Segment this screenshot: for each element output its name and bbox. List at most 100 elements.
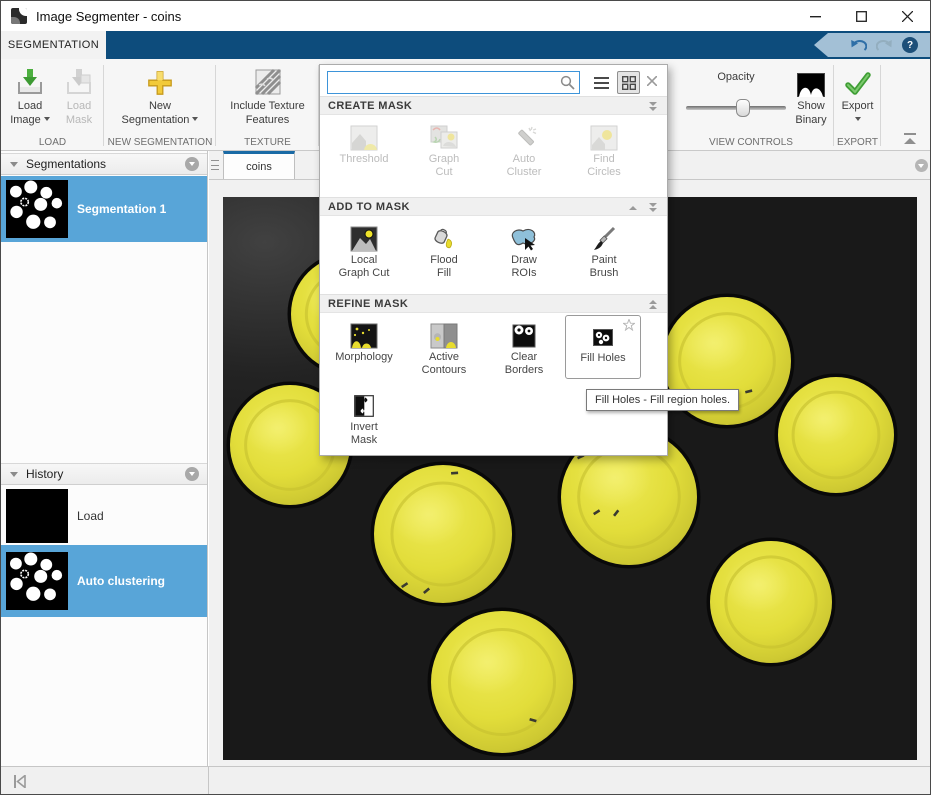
threshold-icon xyxy=(325,117,403,153)
segmentation-item-label: Segmentation 1 xyxy=(77,202,167,216)
gallery-item-active-contours[interactable]: Active Contours xyxy=(405,315,483,385)
gallery-item-auto-cluster[interactable]: Auto Cluster xyxy=(485,117,563,197)
new-segmentation-label: Segmentation xyxy=(121,114,190,126)
gallery-item-label: Auto xyxy=(512,153,536,165)
draw-rois-icon xyxy=(485,218,563,254)
document-tab-label: coins xyxy=(246,160,272,173)
gallery-section-refine-mask: REFINE MASK xyxy=(320,294,667,313)
chevron-double-down-icon[interactable] xyxy=(647,203,659,213)
minimize-ribbon-button[interactable] xyxy=(902,133,920,146)
gallery-item-label: Find xyxy=(593,153,615,165)
gallery-item-label: ROIs xyxy=(511,267,537,279)
local-graph-cut-icon xyxy=(325,218,403,254)
redo-button[interactable] xyxy=(876,39,893,52)
gallery-item-draw-rois[interactable]: Draw ROIs xyxy=(485,218,563,294)
opacity-slider[interactable] xyxy=(686,99,786,117)
gallery-item-label: Invert xyxy=(350,421,378,433)
gallery-item-label: Graph xyxy=(428,153,460,165)
paint-brush-icon xyxy=(565,218,643,254)
history-item-auto-clustering[interactable]: Auto clustering xyxy=(1,545,207,617)
gallery-item-label: Brush xyxy=(589,267,619,279)
close-gallery-button[interactable] xyxy=(644,73,660,89)
left-panel: Segmentations Segmentation 1 History Loa… xyxy=(1,151,208,766)
close-icon xyxy=(901,10,913,22)
opacity-label: Opacity xyxy=(717,71,755,83)
load-mask-icon xyxy=(57,63,101,97)
collapse-triangle-icon[interactable] xyxy=(10,161,18,167)
gallery-item-label: Clear xyxy=(510,351,538,363)
gallery-item-threshold[interactable]: Threshold xyxy=(325,117,403,197)
tab-segmentation[interactable]: SEGMENTATION xyxy=(1,31,106,59)
panel-menu-icon[interactable] xyxy=(185,467,199,481)
graph-cut-icon xyxy=(405,117,483,153)
history-panel-header[interactable]: History xyxy=(1,463,207,485)
gallery-search-box xyxy=(327,71,580,94)
collapse-triangle-icon[interactable] xyxy=(10,471,18,477)
history-panel-title: History xyxy=(26,467,64,481)
section-label-view-controls: VIEW CONTROLS xyxy=(709,137,793,148)
favorite-star-icon[interactable] xyxy=(623,319,635,331)
gallery-item-local-graph-cut[interactable]: Local Graph Cut xyxy=(325,218,403,294)
chevron-double-down-icon[interactable] xyxy=(647,102,659,112)
redo-icon xyxy=(876,39,892,51)
gallery-item-fill-holes[interactable]: Fill Holes xyxy=(565,315,641,379)
section-label-load: LOAD xyxy=(38,137,67,148)
list-view-button[interactable] xyxy=(590,71,613,94)
minimize-button[interactable] xyxy=(792,1,838,31)
gallery-item-invert-mask[interactable]: Invert Mask xyxy=(325,385,403,453)
dropdown-arrow-icon xyxy=(192,117,199,121)
gallery-item-flood-fill[interactable]: Flood Fill xyxy=(405,218,483,294)
splitter-grip-icon[interactable] xyxy=(211,158,219,172)
export-button[interactable]: Export xyxy=(836,63,879,127)
grid-view-button[interactable] xyxy=(617,71,640,94)
toolbar-section-new-segmentation: New Segmentation NEW SEGMENTATION xyxy=(104,59,216,150)
segmentations-panel-header[interactable]: Segmentations xyxy=(1,153,207,175)
gallery-item-label: Paint xyxy=(591,254,617,266)
gallery-item-morphology[interactable]: Morphology xyxy=(325,315,403,385)
close-icon xyxy=(647,76,657,86)
load-mask-label: Load xyxy=(66,100,92,112)
history-item-load[interactable]: Load xyxy=(1,487,207,545)
new-segmentation-button[interactable]: New Segmentation xyxy=(108,63,212,127)
gallery-item-label: Cluster xyxy=(506,166,542,178)
panel-menu-icon[interactable] xyxy=(915,159,928,172)
gallery-item-clear-borders[interactable]: Clear Borders xyxy=(485,315,563,385)
gallery-item-label: Fill xyxy=(436,267,452,279)
find-circles-icon xyxy=(565,117,643,153)
maximize-button[interactable] xyxy=(838,1,884,31)
toolbar-section-view-controls: Opacity Show Binary VIEW CONTROLS xyxy=(668,59,834,150)
load-image-label: Image xyxy=(10,114,41,126)
tooltip: Fill Holes - Fill region holes. xyxy=(586,389,740,411)
show-binary-button[interactable]: Show Binary xyxy=(790,63,832,127)
search-input[interactable] xyxy=(330,73,555,92)
include-texture-button[interactable]: Include Texture Features xyxy=(219,63,316,127)
collapse-panel-icon[interactable] xyxy=(13,775,27,788)
section-label-new-segmentation: NEW SEGMENTATION xyxy=(107,137,213,148)
segmentation-list-item[interactable]: Segmentation 1 xyxy=(1,176,207,242)
gallery-item-graph-cut[interactable]: Graph Cut xyxy=(405,117,483,197)
gallery-item-find-circles[interactable]: Find Circles xyxy=(565,117,643,197)
gallery-item-paint-brush[interactable]: Paint Brush xyxy=(565,218,643,294)
dropdown-arrow-icon xyxy=(854,117,861,121)
undo-button[interactable] xyxy=(850,39,867,52)
history-item-label: Load xyxy=(77,509,104,523)
collapse-ribbon-icon xyxy=(904,133,916,135)
show-binary-label: Show xyxy=(797,100,825,112)
document-tab-coins[interactable]: coins xyxy=(223,151,295,180)
chevron-up-icon[interactable] xyxy=(627,203,639,213)
gallery-item-label: Graph Cut xyxy=(338,267,390,279)
toolbar-section-export: Export EXPORT xyxy=(834,59,881,150)
chevron-double-up-icon[interactable] xyxy=(647,300,659,310)
panel-menu-icon[interactable] xyxy=(185,157,199,171)
gallery-item-label: Active xyxy=(429,351,459,363)
opacity-slider-thumb[interactable] xyxy=(736,99,750,117)
undo-icon xyxy=(851,39,867,51)
load-mask-button[interactable]: Load Mask xyxy=(57,63,101,127)
help-button[interactable]: ? xyxy=(902,37,918,53)
gallery-item-label: Draw xyxy=(511,254,537,266)
load-image-button[interactable]: Load Image xyxy=(5,63,55,127)
coin xyxy=(774,373,898,497)
ribbon-tab-row: SEGMENTATION ? xyxy=(1,31,930,59)
export-label: Export xyxy=(841,100,874,112)
close-button[interactable] xyxy=(884,1,930,31)
